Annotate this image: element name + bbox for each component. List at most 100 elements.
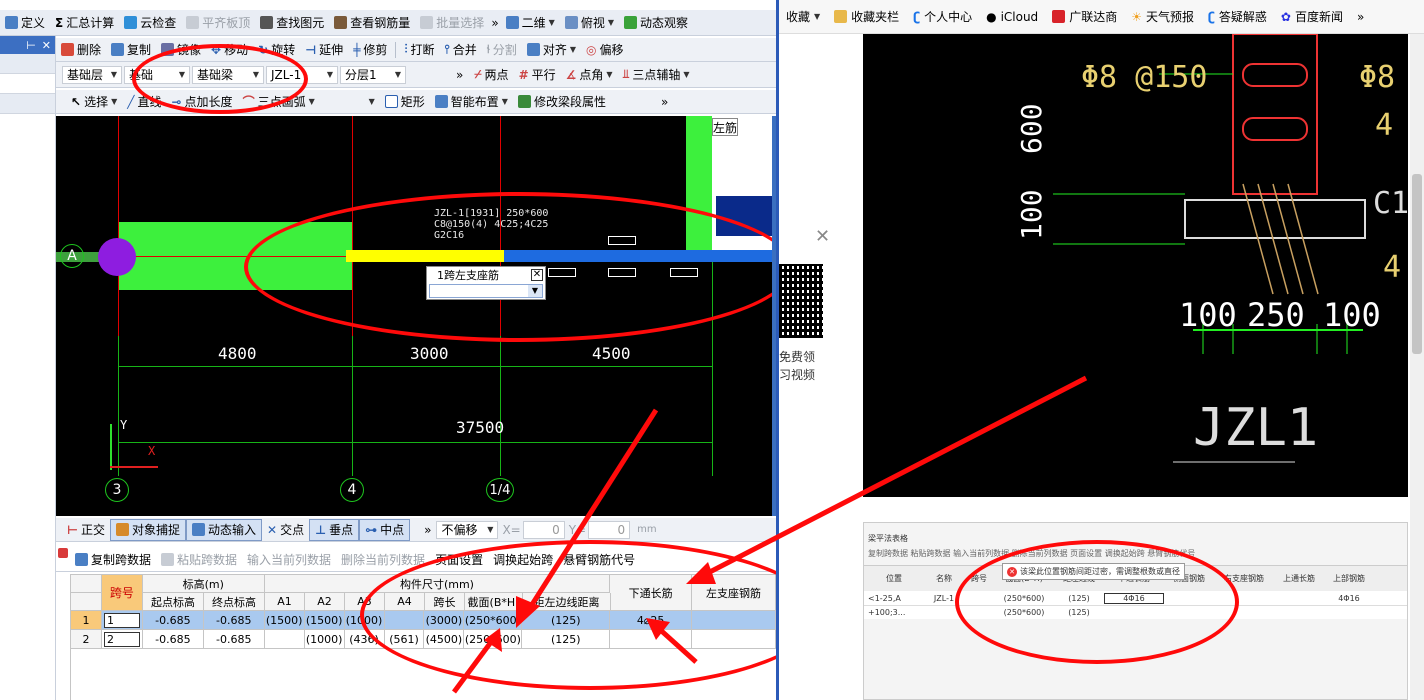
bookmark-qa[interactable]: ʗ 答疑解惑 [1201,8,1274,25]
nav-panel-row[interactable] [0,94,55,114]
bookmark-icloud[interactable]: ● iCloud [979,10,1045,24]
split-button[interactable]: ⫮ 分割 [482,39,522,61]
find-element-button[interactable]: 查找图元 [255,12,329,34]
sum-calc-button[interactable]: Σ 汇总计算 [50,12,119,34]
bookmark-bar: 收藏 ▼ 收藏夹栏 ʗ 个人中心 ● iCloud 广联达商 ☀ 天气预报 ʗ 答疑解惑 … [779,0,1424,34]
bookmark-personal[interactable]: ʗ 个人中心 [906,8,979,25]
cell-a1[interactable]: (1500) [264,611,305,630]
copy-span-button[interactable]: 复制跨数据 [70,549,156,571]
dim-line [118,442,712,443]
sublayer-select[interactable]: 分层1 ▼ [340,65,406,84]
split-icon: ⫮ [486,42,490,56]
ortho-toggle[interactable]: ⊢ 正交 [62,519,110,541]
separator [395,41,397,58]
rect-button[interactable]: 矩形 [380,91,430,113]
perpendicular-toggle[interactable]: ⊥ 垂点 [309,518,360,541]
overflow-chevron[interactable]: » [408,64,469,86]
break-button[interactable]: ⫶ 打断 [399,39,439,61]
align-dropdown[interactable]: 对齐 ▼ [522,39,581,61]
three-point-aux-dropdown[interactable]: ⫫ 三点辅轴 ▼ [618,64,695,86]
cad-detail-image: Φ8 @150 Φ8 4 C15 4 600 100 100 250 100 J… [863,34,1408,497]
dyn-observe-button[interactable]: 动态观察 [619,12,693,34]
dimension-text: 100 [1323,296,1381,334]
cube-icon [564,16,578,29]
top-view-dropdown[interactable]: 俯视 ▼ [560,12,619,34]
pin-icon[interactable]: ⊢ [26,39,36,52]
axis-label-1-4[interactable]: 1/4 [486,478,514,502]
y-input[interactable]: 0 [588,520,631,539]
bookmark-folder[interactable]: 收藏夹栏 [827,8,906,25]
ad-close-icon[interactable]: ✕ [815,226,830,247]
delete-button[interactable]: 删除 [56,39,106,61]
cell-end-elev[interactable]: -0.685 [203,611,265,630]
cell-span[interactable]: 1 [101,611,143,630]
x-input[interactable]: 0 [522,520,565,539]
bookmark-collect[interactable]: 收藏 ▼ [779,8,827,25]
cell-span[interactable]: 2 [101,630,143,649]
dyn-input-toggle[interactable]: 动态输入 [186,518,263,541]
overflow-chevron[interactable]: » [489,12,500,34]
batch-select-button[interactable]: 批量选择 [415,12,489,34]
trim-button[interactable]: ╪ 修剪 [348,39,392,61]
axis-label-a[interactable]: A [60,244,84,268]
rebar-count: 4 [1375,108,1394,143]
cad-canvas[interactable]: 左筋 A JZL-1[1931] 250*600 C8@150(4) 4C25;… [56,116,772,516]
axis-label-3[interactable]: 3 [105,478,129,502]
smart-layout-dropdown[interactable]: 智能布置 ▼ [430,91,513,113]
view-2d-dropdown[interactable]: 二维 ▼ [501,12,560,34]
modify-span-button[interactable]: 修改梁段属性 [513,91,611,113]
shape-dropdown[interactable]: ▼ [320,91,380,113]
cell-a1[interactable] [264,630,305,649]
close-icon[interactable]: ✕ [42,39,51,52]
scroll-thumb[interactable] [1412,174,1422,354]
overflow-chevron[interactable]: » [611,91,673,113]
offset-mode-select[interactable]: 不偏移 ▼ [436,520,499,539]
flat-board-button[interactable]: 平齐板顶 [181,12,255,34]
bookmark-weather[interactable]: ☀ 天气预报 [1124,8,1201,25]
cell-start-elev[interactable]: -0.685 [142,630,204,649]
input-col-button[interactable]: 输入当前列数据 [242,549,336,571]
view-rebar-button[interactable]: 查看钢筋量 [329,12,415,34]
two-points-button[interactable]: ⌿ 两点 [469,64,513,86]
cell-start-elev[interactable]: -0.685 [142,611,204,630]
point-angle-dropdown[interactable]: ∡ 点角 ▼ [561,64,618,86]
overflow-chevron[interactable]: » [410,519,436,541]
bookmark-glodon[interactable]: 广联达商 [1045,8,1124,25]
nav-panel-row[interactable] [0,54,55,74]
bookmark-baidu[interactable]: ✿ 百度新闻 [1274,8,1350,25]
cell-end-elev[interactable]: -0.685 [203,630,265,649]
paste-span-button[interactable]: 粘贴跨数据 [156,549,242,571]
parallel-button[interactable]: # 平行 [514,64,561,86]
offset-button[interactable]: ◎ 偏移 [581,39,629,61]
define-icon [5,16,18,29]
thumb-cell: <1-25,A [868,593,901,603]
software-window: 定义 Σ 汇总计算 云检查 平齐板顶 查找图元 查看钢筋量 批量选择 » 二维 ▼ … [0,0,776,700]
define-button[interactable]: 定义 [0,12,50,34]
header-a1: A1 [265,593,305,611]
intersection-toggle[interactable]: ✕ 交点 [262,519,309,541]
cell-a2[interactable]: (1000) [304,630,345,649]
rebar-icon [334,16,348,29]
cell-a2[interactable]: (1500) [304,611,345,630]
layer-select[interactable]: 基础层 ▼ [62,65,122,84]
nav-panel-row[interactable] [0,74,55,94]
bookmark-more[interactable]: » [1350,10,1371,24]
qr-code[interactable] [779,264,823,338]
annotation-ellipse [132,44,308,114]
table-close-icon[interactable] [58,548,68,558]
midpoint-toggle[interactable]: ⊶ 中点 [359,518,411,541]
select-dropdown[interactable]: ↖ 选择 ▼ [66,91,122,113]
cloud-check-button[interactable]: 云检查 [119,12,181,34]
axis-label-4[interactable]: 4 [340,478,364,502]
point-angle-icon: ∡ [565,67,577,82]
folder-icon [834,10,848,23]
snap-icon [115,523,129,536]
browser-scrollbar[interactable] [1410,34,1424,700]
dimension-text: 4500 [592,344,631,363]
snap-toggle[interactable]: 对象捕捉 [109,518,186,541]
copy-span-icon [75,553,88,566]
drawing-title: JZL1 [1193,398,1319,458]
merge-button[interactable]: ⫯ 合并 [439,39,481,61]
extend-button[interactable]: ⊣ 延伸 [300,39,348,61]
joint-marker[interactable] [98,238,136,276]
